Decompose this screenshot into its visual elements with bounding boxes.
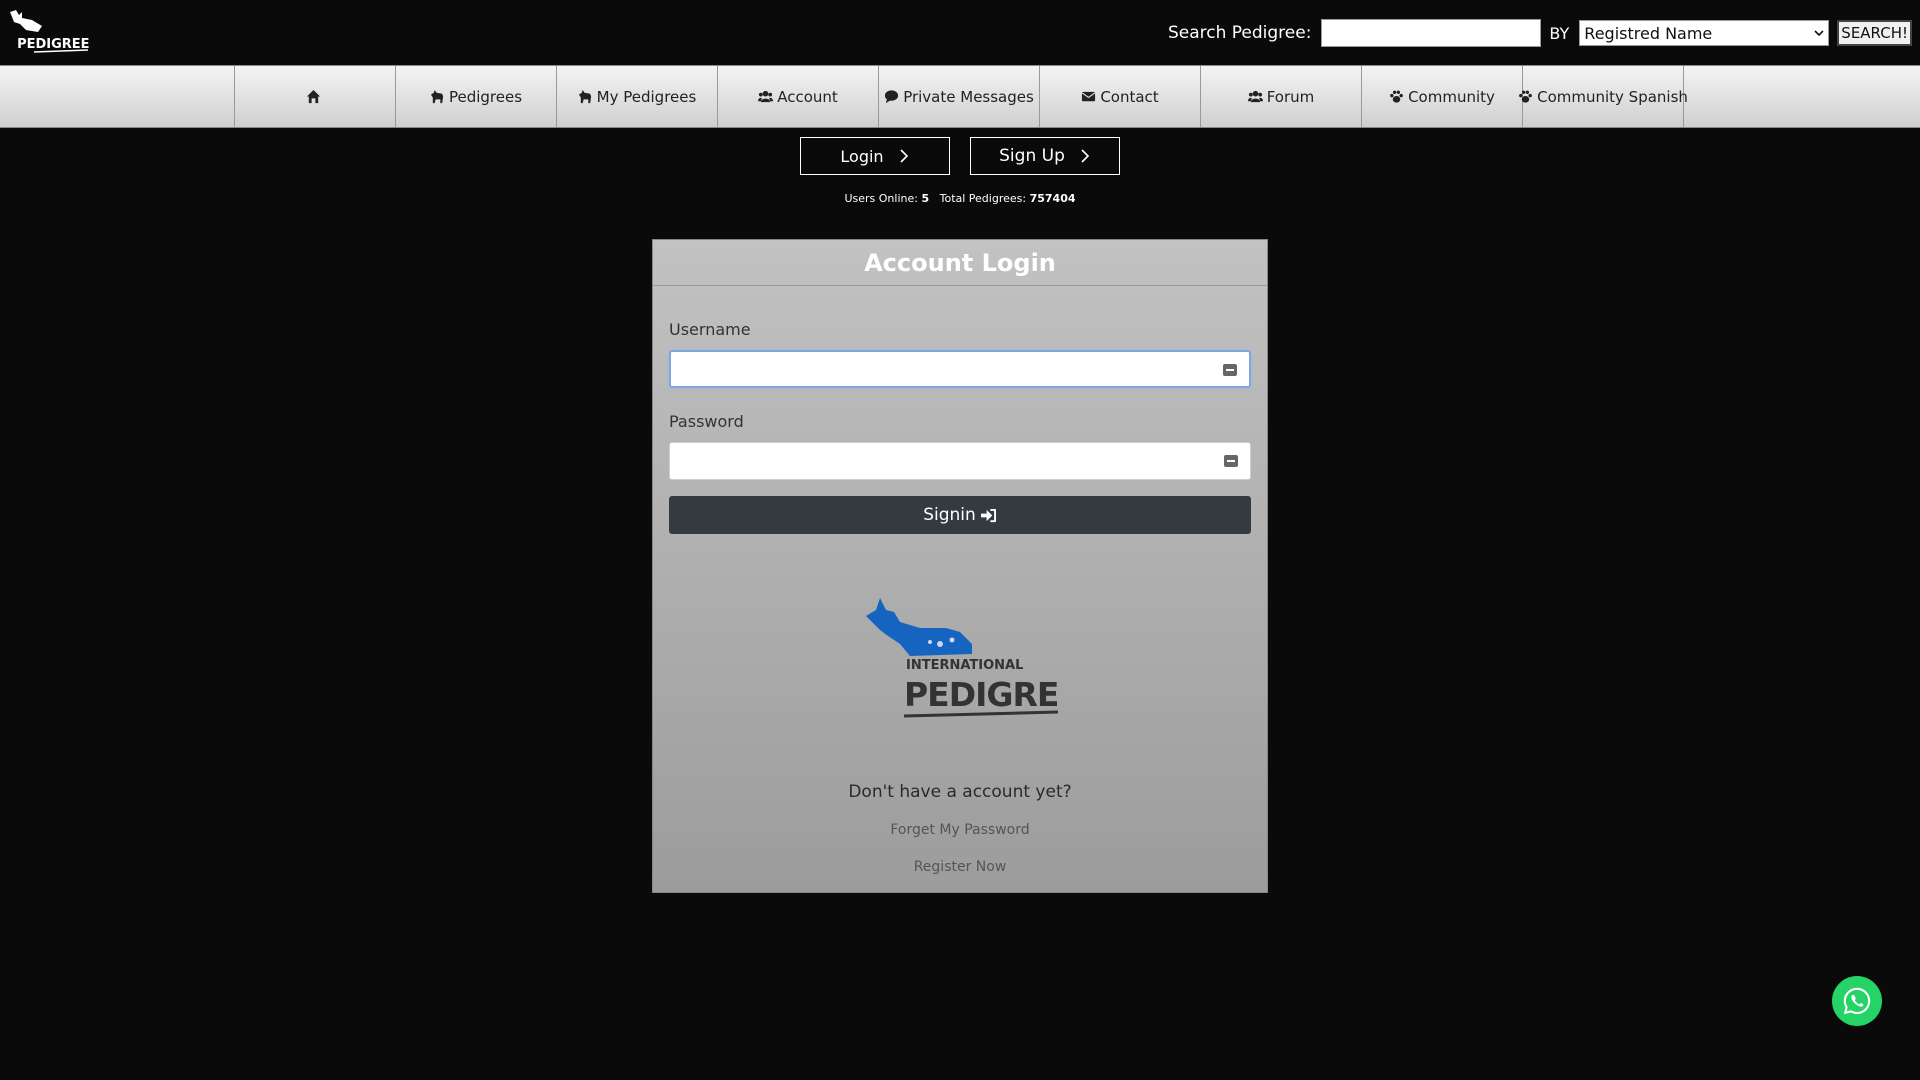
nav-list: Pedigrees My Pedigrees Account Private M…: [234, 66, 1688, 127]
signup-button[interactable]: Sign Up: [970, 137, 1120, 175]
nav-item-home[interactable]: [235, 66, 396, 127]
whatsapp-button[interactable]: [1832, 976, 1882, 1026]
whatsapp-icon: [1843, 987, 1871, 1015]
search-area: Search Pedigree: BY Registred Name SEARC…: [1168, 19, 1912, 47]
dog-icon: [578, 89, 591, 104]
total-pedigrees-count: 757404: [1029, 192, 1076, 205]
dog-icon: [430, 89, 444, 104]
paw-icon: [1519, 90, 1532, 103]
auth-buttons: Login Sign Up: [0, 137, 1920, 175]
paw-icon: [1390, 90, 1403, 103]
credential-icon[interactable]: [1223, 364, 1237, 376]
signin-button[interactable]: Signin: [669, 496, 1251, 534]
username-label: Username: [669, 320, 751, 339]
envelope-icon: [1081, 91, 1096, 102]
search-by-select[interactable]: Registred Name: [1579, 20, 1830, 46]
nav-item-pedigrees[interactable]: Pedigrees: [396, 66, 557, 127]
top-header: PEDIGREES Search Pedigree: BY Registred …: [0, 0, 1920, 65]
nav-item-community-spanish[interactable]: Community Spanish: [1519, 66, 1688, 127]
home-icon: [306, 89, 320, 104]
chevron-right-icon: [1081, 149, 1089, 163]
search-by-selected: Registred Name: [1584, 23, 1713, 43]
users-online-count: 5: [921, 192, 930, 205]
svg-text:PEDIGREES: PEDIGREES: [904, 675, 1060, 714]
by-label: BY: [1549, 23, 1570, 43]
nav-item-community[interactable]: Community: [1362, 66, 1523, 127]
search-label: Search Pedigree:: [1167, 23, 1312, 43]
search-button[interactable]: SEARCH!: [1837, 20, 1912, 46]
international-pedigrees-logo: INTERNATIONAL PEDIGREES: [866, 598, 1060, 718]
login-button[interactable]: Login: [800, 137, 950, 175]
username-field[interactable]: [669, 350, 1251, 388]
password-label: Password: [669, 412, 744, 431]
nav-item-private-messages[interactable]: Private Messages: [879, 66, 1040, 127]
login-card: Account Login Username Password Signin I…: [652, 239, 1268, 893]
users-icon: [758, 90, 774, 103]
nav-item-account[interactable]: Account: [718, 66, 879, 127]
register-link[interactable]: Register Now: [669, 859, 1251, 875]
total-pedigrees-label: Total Pedigrees:: [939, 192, 1027, 205]
nav-item-forum[interactable]: Forum: [1201, 66, 1362, 127]
password-field[interactable]: [669, 442, 1251, 480]
users-icon: [1247, 90, 1263, 103]
chevron-down-icon: [1814, 30, 1824, 37]
chevron-right-icon: [900, 149, 908, 163]
comment-icon: [885, 90, 899, 104]
search-input[interactable]: [1321, 19, 1542, 47]
svg-text:INTERNATIONAL: INTERNATIONAL: [906, 658, 1023, 673]
nav-item-contact[interactable]: Contact: [1040, 66, 1201, 127]
no-account-text: Don't have a account yet?: [848, 782, 1072, 802]
credential-icon[interactable]: [1224, 455, 1238, 467]
nav-item-my-pedigrees[interactable]: My Pedigrees: [557, 66, 718, 127]
site-logo[interactable]: PEDIGREES: [8, 8, 90, 58]
sign-in-icon: [980, 508, 996, 522]
site-stats: Users Online: 5 Total Pedigrees: 757404: [0, 192, 1920, 205]
main-navbar: Pedigrees My Pedigrees Account Private M…: [0, 65, 1920, 128]
forgot-password-link[interactable]: Forget My Password: [669, 822, 1251, 838]
users-online-label: Users Online:: [844, 192, 918, 205]
login-title: Account Login: [653, 240, 1267, 286]
